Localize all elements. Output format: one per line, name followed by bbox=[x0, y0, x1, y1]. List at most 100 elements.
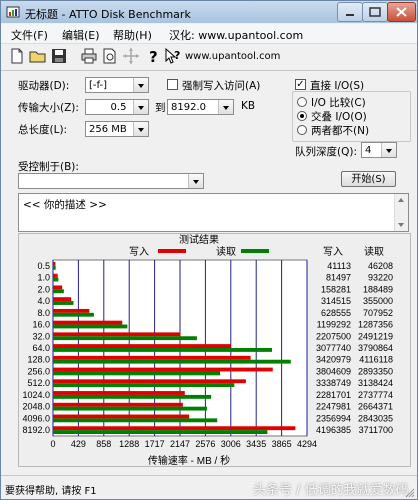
chevron-down-icon[interactable] bbox=[218, 100, 233, 114]
read-value: 3138424 bbox=[358, 378, 393, 388]
controlled-by-label: 受控制于(B): bbox=[18, 161, 79, 173]
x-tick-label: 429 bbox=[71, 439, 86, 449]
minimize-button[interactable] bbox=[337, 2, 363, 22]
y-category-label: 8.0 bbox=[37, 308, 50, 318]
force-write-checkbox[interactable] bbox=[167, 79, 178, 90]
read-value: 46208 bbox=[368, 261, 393, 271]
y-category-label: 2048.0 bbox=[22, 402, 50, 412]
new-file-icon[interactable] bbox=[7, 46, 27, 66]
io-overlapped-radio[interactable] bbox=[297, 111, 307, 121]
results-panel: 测试结果 写入 读取 写入 读取 0 429 858 1288 1717 2147 2576… bbox=[18, 233, 411, 467]
context-help-icon[interactable]: ? bbox=[163, 46, 183, 66]
x-tick-label: 3435 bbox=[246, 439, 266, 449]
title-bar[interactable]: 无标题 - ATTO Disk Benchmark bbox=[1, 1, 417, 23]
bar-read bbox=[53, 277, 59, 282]
transfer-to-select[interactable]: 8192.0 bbox=[167, 99, 234, 115]
scroll-down-icon[interactable] bbox=[398, 223, 404, 227]
bar-write bbox=[53, 414, 190, 419]
write-value: 3420979 bbox=[316, 355, 351, 365]
chevron-down-icon[interactable] bbox=[133, 100, 148, 114]
legend-read-swatch bbox=[241, 249, 269, 253]
read-value: 707952 bbox=[363, 308, 393, 318]
chevron-down-icon[interactable] bbox=[133, 122, 148, 136]
read-value: 1287356 bbox=[358, 320, 393, 330]
write-value: 2207500 bbox=[316, 331, 351, 341]
write-value: 2281701 bbox=[316, 390, 351, 400]
maximize-button[interactable] bbox=[362, 2, 388, 22]
direct-io-checkbox[interactable]: ✓ bbox=[295, 79, 306, 90]
x-axis-label: 传输速率 - MB / 秒 bbox=[148, 454, 230, 466]
bar-write bbox=[53, 273, 58, 278]
column-read-header: 读取 bbox=[364, 245, 384, 258]
bar-read bbox=[53, 359, 291, 364]
write-value: 41113 bbox=[327, 261, 351, 271]
open-folder-icon[interactable] bbox=[28, 46, 48, 66]
io-neither-radio[interactable] bbox=[297, 125, 307, 135]
transfer-to-label: 到 bbox=[155, 102, 166, 114]
x-tick-label: 2147 bbox=[170, 439, 190, 449]
y-category-label: 0.5 bbox=[37, 261, 50, 271]
bar-write bbox=[53, 402, 183, 407]
start-button[interactable]: 开始(S) bbox=[341, 171, 396, 187]
chevron-down-icon[interactable] bbox=[188, 174, 203, 188]
legend-write-swatch bbox=[158, 249, 186, 253]
transfer-from-value: 0.5 bbox=[110, 102, 127, 113]
print-preview-icon[interactable] bbox=[100, 46, 120, 66]
status-text: 要获得帮助, 请按 F1 bbox=[5, 486, 97, 497]
transfer-from-select[interactable]: 0.5 bbox=[85, 99, 149, 115]
app-window: 无标题 - ATTO Disk Benchmark 文件(F) 编辑(E) 帮助… bbox=[0, 0, 418, 500]
description-scrollbar[interactable] bbox=[394, 194, 408, 231]
y-category-label: 512.0 bbox=[27, 378, 50, 388]
y-category-label: 32.0 bbox=[32, 331, 50, 341]
menu-localization[interactable]: 汉化: www.upantool.com bbox=[169, 27, 303, 43]
x-tick-label: 1288 bbox=[119, 439, 139, 449]
transfer-size-label: 传输大小(Z): bbox=[18, 102, 79, 114]
chart-title: 测试结果 bbox=[179, 234, 219, 246]
help-icon[interactable]: ? bbox=[143, 46, 163, 66]
write-value: 4196385 bbox=[316, 425, 351, 435]
read-value: 93220 bbox=[368, 273, 393, 283]
bar-read bbox=[53, 406, 207, 411]
io-compare-radio[interactable] bbox=[297, 97, 307, 107]
write-value: 2247981 bbox=[316, 402, 351, 412]
toolbar: ? ? www.upantool.com bbox=[1, 44, 417, 71]
controlled-by-select[interactable] bbox=[18, 173, 204, 189]
x-tick-label: 1717 bbox=[145, 439, 165, 449]
chevron-down-icon[interactable] bbox=[133, 78, 148, 92]
y-category-label: 64.0 bbox=[32, 343, 50, 353]
description-box[interactable]: << 你的描述 >> bbox=[18, 193, 409, 232]
menu-file[interactable]: 文件(F) bbox=[11, 27, 48, 43]
description-text: << 你的描述 >> bbox=[23, 199, 107, 211]
write-value: 3077740 bbox=[316, 343, 351, 353]
read-value: 2843035 bbox=[358, 413, 393, 423]
close-button[interactable] bbox=[387, 2, 416, 22]
move-icon[interactable] bbox=[121, 46, 141, 66]
write-value: 314515 bbox=[321, 296, 351, 306]
bar-write bbox=[53, 367, 273, 372]
scroll-up-icon[interactable] bbox=[398, 198, 404, 202]
menu-help[interactable]: 帮助(H) bbox=[113, 27, 152, 43]
drive-select[interactable]: [-f-] bbox=[85, 77, 149, 93]
svg-text:?: ? bbox=[149, 48, 158, 66]
x-tick-label: 4294 bbox=[297, 439, 317, 449]
read-value: 188489 bbox=[363, 284, 393, 294]
transfer-unit: KB bbox=[241, 100, 256, 112]
y-category-label: 2.0 bbox=[37, 284, 50, 294]
queue-depth-select[interactable]: 4 bbox=[361, 142, 397, 158]
write-value: 3804609 bbox=[316, 366, 351, 376]
chevron-down-icon[interactable] bbox=[381, 143, 396, 157]
write-value: 3338749 bbox=[316, 378, 351, 388]
print-icon[interactable] bbox=[79, 46, 99, 66]
read-value: 355000 bbox=[363, 296, 393, 306]
menu-edit[interactable]: 编辑(E) bbox=[62, 27, 100, 43]
x-tick-label: 3006 bbox=[221, 439, 241, 449]
queue-depth-label: 队列深度(Q): bbox=[295, 146, 357, 158]
write-value: 2356994 bbox=[316, 413, 351, 423]
legend-write-label: 写入 bbox=[129, 246, 149, 258]
save-icon[interactable] bbox=[49, 46, 69, 66]
write-value: 158281 bbox=[321, 284, 351, 294]
force-write-label: 强制写入访问(A) bbox=[182, 80, 261, 92]
y-category-label: 16.0 bbox=[32, 320, 50, 330]
total-length-select[interactable]: 256 MB bbox=[85, 121, 149, 137]
total-length-value: 256 MB bbox=[89, 124, 127, 135]
